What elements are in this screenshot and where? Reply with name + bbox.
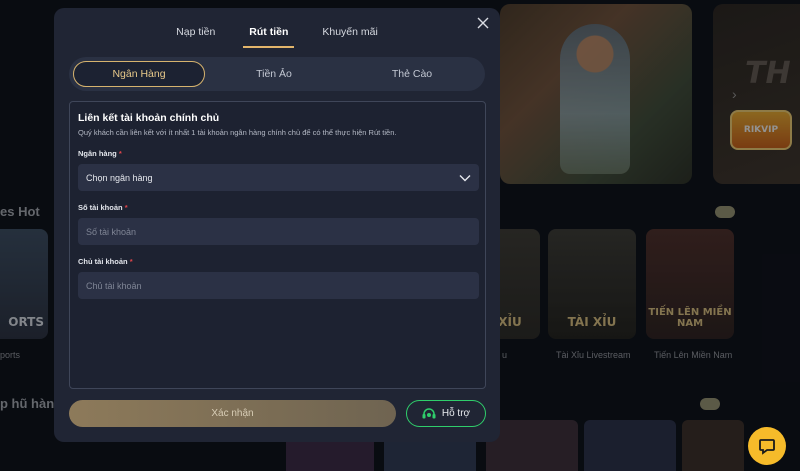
support-button[interactable]: Hỗ trợ [406,400,486,427]
account-number-input[interactable] [78,218,479,245]
required-mark: * [124,203,128,212]
account-holder-label: Chủ tài khoản * [78,257,133,266]
support-label: Hỗ trợ [441,408,471,419]
account-number-label: Số tài khoản * [78,203,128,212]
method-card[interactable]: Thẻ Cào [343,61,481,87]
bank-link-panel: Liên kết tài khoản chính chủ Quý khách c… [69,101,486,389]
confirm-button[interactable]: Xác nhận [69,400,396,427]
chat-bubble-icon [759,439,775,455]
method-crypto[interactable]: Tiền Ảo [205,61,343,87]
bank-select-value: Chọn ngân hàng [86,172,153,183]
headset-icon [422,407,436,418]
required-mark: * [129,257,133,266]
panel-title: Liên kết tài khoản chính chủ [78,112,220,124]
account-holder-input[interactable] [78,272,479,299]
live-chat-button[interactable] [748,427,786,465]
tab-deposit[interactable]: Nạp tiền [170,22,221,50]
modal-tabs: Nạp tiền Rút tiền Khuyến mãi [54,22,500,50]
method-bank[interactable]: Ngân Hàng [73,61,205,87]
bank-select[interactable]: Chọn ngân hàng [78,164,479,191]
bank-label: Ngân hàng * [78,149,122,158]
required-mark: * [118,149,122,158]
tab-promotion[interactable]: Khuyến mãi [316,22,383,50]
withdraw-modal: Nạp tiền Rút tiền Khuyến mãi Ngân Hàng T… [54,8,500,442]
chevron-down-icon [459,174,471,181]
panel-description: Quý khách cần liên kết với ít nhất 1 tài… [78,128,397,137]
tab-withdraw[interactable]: Rút tiền [243,22,295,50]
withdraw-method-selector: Ngân Hàng Tiền Ảo Thẻ Cào [69,57,485,91]
